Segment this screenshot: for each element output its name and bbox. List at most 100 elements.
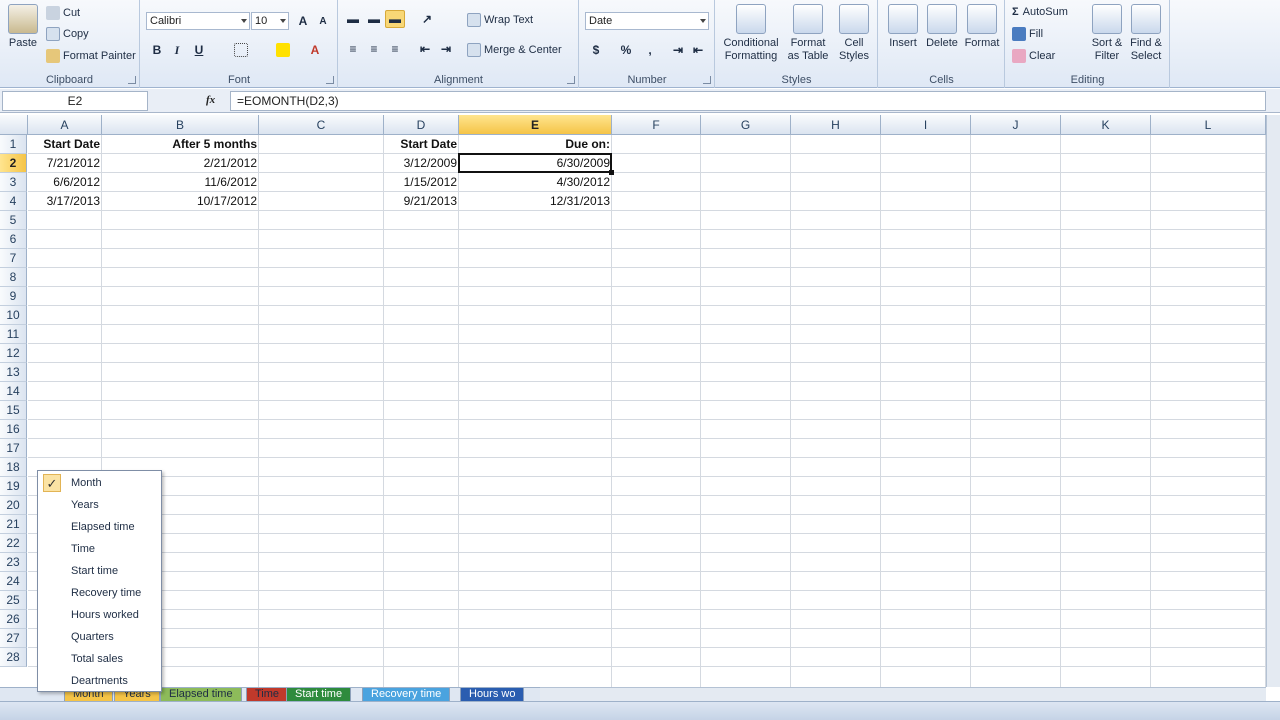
row-header-19[interactable]: 19	[0, 477, 27, 496]
align-left-button[interactable]: ≡	[343, 40, 363, 58]
fill-handle[interactable]	[609, 170, 614, 175]
column-header-g[interactable]: G	[701, 115, 791, 135]
column-header-b[interactable]: B	[102, 115, 259, 135]
row-header-23[interactable]: 23	[0, 553, 27, 572]
row-header-9[interactable]: 9	[0, 287, 27, 306]
column-header-i[interactable]: I	[881, 115, 971, 135]
row-header-10[interactable]: 10	[0, 306, 27, 325]
decrease-decimal-button[interactable]: ⇤	[688, 41, 708, 59]
cell-b2[interactable]: 2/21/2012	[102, 154, 259, 173]
row-header-6[interactable]: 6	[0, 230, 27, 249]
cell-e4[interactable]: 12/31/2013	[459, 192, 612, 211]
worksheet-grid[interactable]: ABCDEFGHIJKL 1 2 3 4 5 6 7 8 9 10 11 12 13 14 15 16 17 18…	[0, 115, 1266, 687]
fill-color-button[interactable]	[273, 41, 293, 59]
clear-button[interactable]: Clear	[1012, 49, 1055, 63]
insert-button[interactable]: Insert	[883, 4, 923, 50]
copy-button[interactable]: Copy	[46, 27, 89, 41]
format-painter-button[interactable]: Format Painter	[46, 49, 136, 63]
font-name-dropdown[interactable]: Calibri	[146, 12, 250, 30]
sheet-tab[interactable]: Time	[246, 688, 289, 702]
cell-a3[interactable]: 6/6/2012	[28, 173, 102, 192]
fx-icon[interactable]: fx	[206, 94, 215, 106]
row-header-25[interactable]: 25	[0, 591, 27, 610]
sheet-menu-item[interactable]: Years	[41, 494, 158, 516]
cell-a4[interactable]: 3/17/2013	[28, 192, 102, 211]
row-header-20[interactable]: 20	[0, 496, 27, 515]
row-header-12[interactable]: 12	[0, 344, 27, 363]
font-color-button[interactable]: A	[305, 41, 325, 59]
row-header-5[interactable]: 5	[0, 211, 27, 230]
row-header-26[interactable]: 26	[0, 610, 27, 629]
currency-button[interactable]: $	[586, 41, 606, 59]
column-header-l[interactable]: L	[1151, 115, 1266, 135]
row-header-3[interactable]: 3	[0, 173, 27, 192]
sheet-tab[interactable]: Elapsed time	[160, 688, 242, 702]
column-header-j[interactable]: J	[971, 115, 1061, 135]
cell-d3[interactable]: 1/15/2012	[384, 173, 459, 192]
fill-button[interactable]: Fill	[1012, 27, 1043, 41]
select-all-corner[interactable]	[0, 115, 28, 135]
cell-b3[interactable]: 11/6/2012	[102, 173, 259, 192]
merge-center-button[interactable]: Merge & Center	[467, 43, 562, 57]
row-header-1[interactable]: 1	[0, 135, 27, 154]
row-header-15[interactable]: 15	[0, 401, 27, 420]
sheet-menu-item[interactable]: Deartments	[41, 670, 158, 692]
column-header-c[interactable]: C	[259, 115, 384, 135]
format-button[interactable]: Format	[961, 4, 1003, 50]
sheet-menu-item[interactable]: Recovery time	[41, 582, 158, 604]
row-header-17[interactable]: 17	[0, 439, 27, 458]
sheet-menu-item[interactable]: Start time	[41, 560, 158, 582]
row-header-8[interactable]: 8	[0, 268, 27, 287]
font-launcher[interactable]	[326, 76, 334, 84]
orientation-button[interactable]: ↗	[417, 10, 437, 28]
cell-d1[interactable]: Start Date	[384, 135, 459, 154]
italic-button[interactable]: I	[167, 41, 187, 59]
sort-filter-button[interactable]: Sort & Filter	[1088, 4, 1126, 63]
row-header-4[interactable]: 4	[0, 192, 27, 211]
clipboard-launcher[interactable]	[128, 76, 136, 84]
wrap-text-button[interactable]: Wrap Text	[467, 13, 533, 27]
sheet-tab[interactable]: Hours wo	[460, 688, 525, 702]
decrease-indent-button[interactable]: ⇤	[415, 40, 435, 58]
cell-a2[interactable]: 7/21/2012	[28, 154, 102, 173]
alignment-launcher[interactable]	[567, 76, 575, 84]
row-header-22[interactable]: 22	[0, 534, 27, 553]
cell-b1[interactable]: After 5 months	[102, 135, 259, 154]
row-header-27[interactable]: 27	[0, 629, 27, 648]
sheet-tab[interactable]: Recovery time	[362, 688, 451, 702]
sheet-tab[interactable]: Start time	[286, 688, 352, 702]
number-launcher[interactable]	[703, 76, 711, 84]
name-box[interactable]: E2	[2, 91, 148, 111]
row-header-21[interactable]: 21	[0, 515, 27, 534]
row-header-28[interactable]: 28	[0, 648, 27, 667]
vertical-scrollbar[interactable]	[1266, 115, 1280, 687]
increase-decimal-button[interactable]: ⇥	[668, 41, 688, 59]
grow-font-button[interactable]: A	[293, 12, 313, 30]
comma-button[interactable]: ,	[640, 41, 660, 59]
align-center-button[interactable]: ≡	[364, 40, 384, 58]
align-top-button[interactable]: ▬	[343, 10, 363, 28]
column-header-f[interactable]: F	[612, 115, 701, 135]
bold-button[interactable]: B	[147, 41, 167, 59]
sheet-menu-item[interactable]: Quarters	[41, 626, 158, 648]
cell-a1[interactable]: Start Date	[28, 135, 102, 154]
cut-button[interactable]: Cut	[46, 6, 80, 20]
sheet-menu-item[interactable]: Total sales	[41, 648, 158, 670]
find-select-button[interactable]: Find & Select	[1126, 4, 1166, 63]
conditional-formatting-button[interactable]: Conditional Formatting	[718, 4, 784, 63]
column-header-e[interactable]: E	[459, 115, 612, 135]
borders-button[interactable]	[231, 41, 251, 59]
cell-e3[interactable]: 4/30/2012	[459, 173, 612, 192]
row-header-14[interactable]: 14	[0, 382, 27, 401]
row-header-18[interactable]: 18	[0, 458, 27, 477]
formula-input[interactable]: =EOMONTH(D2,3)	[230, 91, 1266, 111]
row-header-7[interactable]: 7	[0, 249, 27, 268]
align-middle-button[interactable]: ▬	[364, 10, 384, 28]
row-header-16[interactable]: 16	[0, 420, 27, 439]
shrink-font-button[interactable]: A	[313, 12, 333, 30]
horizontal-scrollbar[interactable]	[540, 687, 1266, 701]
sheet-menu-item[interactable]: Hours worked	[41, 604, 158, 626]
increase-indent-button[interactable]: ⇥	[436, 40, 456, 58]
cell-b4[interactable]: 10/17/2012	[102, 192, 259, 211]
sheet-menu-item[interactable]: Elapsed time	[41, 516, 158, 538]
